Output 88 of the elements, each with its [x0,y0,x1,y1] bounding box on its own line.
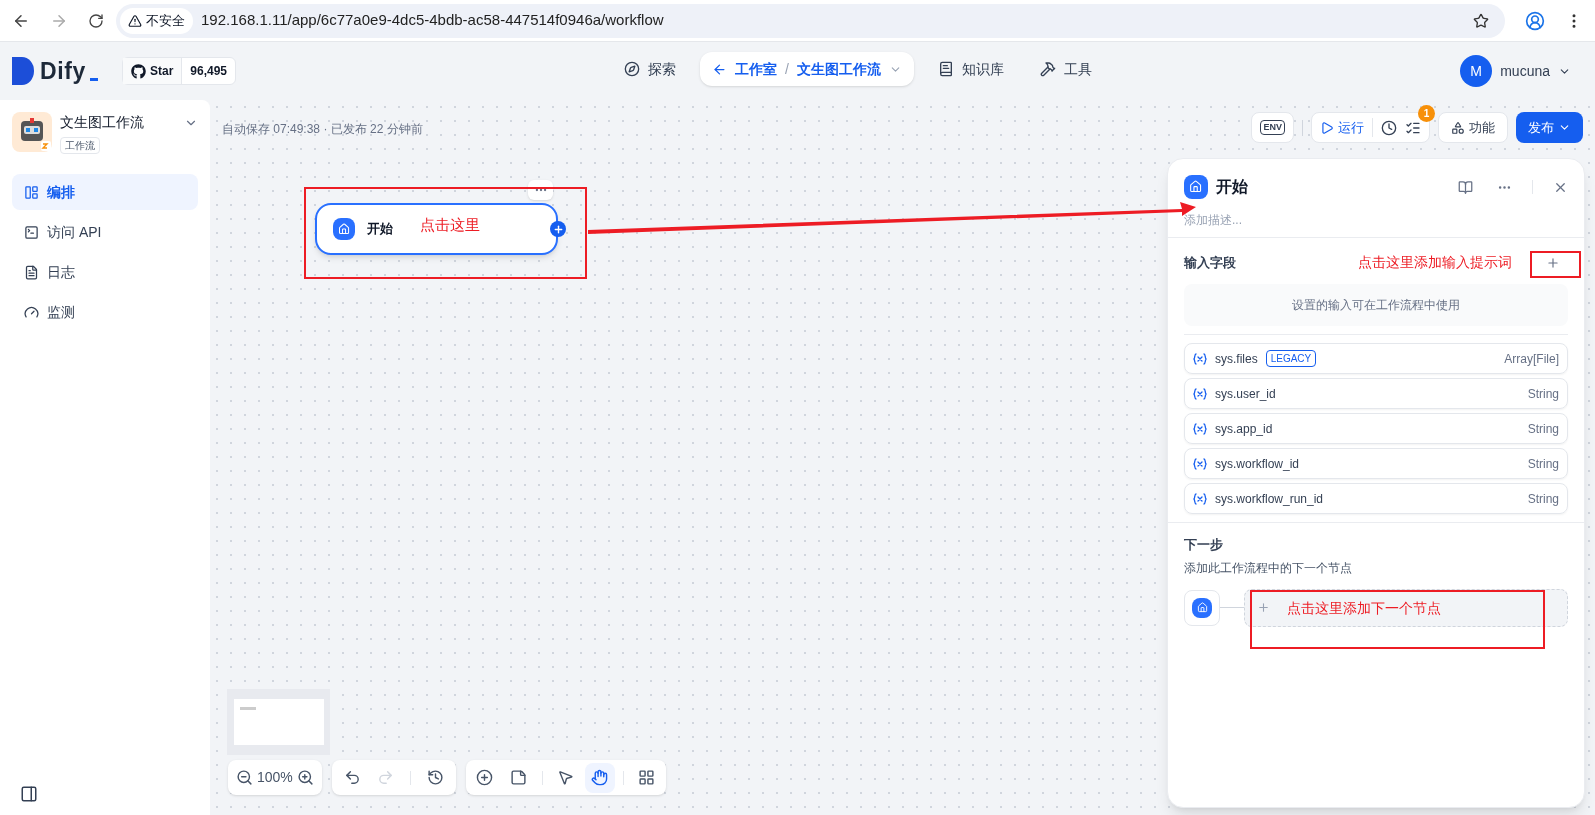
breadcrumb-separator: / [785,59,789,79]
sidebar-item[interactable]: 访问 API [12,214,198,250]
security-chip[interactable]: 不安全 [120,7,193,34]
url-text: 192.168.1.11/app/6c77a0e9-4dc5-4bdb-ac58-447514f0946a/workflow [201,10,664,31]
tools-icon [1039,61,1056,77]
add-icon [476,769,494,786]
api-icon [24,224,39,240]
add-input-icon[interactable] [1546,256,1560,270]
annotation-text: 点击这里添加下一个节点 [1287,599,1441,618]
layout-icon [638,769,656,786]
breadcrumb-link[interactable]: 工作室 [735,58,777,80]
variable-icon [1193,387,1207,400]
env-button[interactable]: ENV [1251,112,1294,143]
play-icon [1320,120,1334,135]
app-name: 文生图工作流 [60,113,145,132]
logs-icon [24,264,39,280]
breadcrumb-current[interactable]: 文生图工作流 [796,58,881,80]
hand-tool-button[interactable] [584,762,615,793]
logo-text: Dify [40,56,86,86]
zoom-in-icon[interactable] [296,769,314,786]
github-icon [131,63,146,79]
app-avatar [12,112,52,152]
note-icon [510,769,528,786]
select-next-node-field[interactable] [1244,588,1568,627]
variable-icon [1193,422,1207,435]
node-menu-button[interactable] [528,180,553,200]
plus-icon [1257,601,1270,614]
sidebar-item[interactable]: 编排 [12,174,198,210]
save-status: 自动保存 07:49:38 · 已发布 22 分钟前 [222,121,423,138]
variable-type: String [1527,420,1559,438]
breadcrumb[interactable]: 工作室 / 文生图工作流 [700,52,914,86]
nav-link[interactable]: 工具 [1027,52,1104,86]
hand-icon [591,769,609,786]
pointer-icon [557,769,575,786]
nav-link[interactable]: 探索 [612,52,688,86]
variable-icon [1193,352,1207,365]
variable-type: Array[File] [1504,350,1559,368]
sidebar-item[interactable]: 监测 [12,294,198,330]
variable-icon [1193,457,1207,470]
home-icon [1196,602,1208,613]
annotation-text: 点击这里 [420,215,480,235]
empty-inputs-hint: 设置的输入可在工作流程中使用 [1184,284,1568,326]
publish-button[interactable]: 发布 [1516,112,1583,143]
add-node-handle[interactable] [550,221,566,237]
zoom-control[interactable]: 100% [228,760,322,795]
address-bar[interactable]: 不安全 192.168.1.11/app/6c77a0e9-4dc5-4bdb-ac58-447514f0946a/workflow [116,3,1505,38]
logo-icon [12,57,36,85]
variable-name: sys.workflow_id [1215,455,1300,473]
variable-name: sys.files [1215,350,1258,368]
knowledge-icon [937,61,954,77]
variable-name: sys.workflow_run_id [1215,490,1324,508]
profile-icon[interactable] [1525,10,1545,31]
annotation-box [1530,251,1581,278]
bookmark-star-icon[interactable] [1473,12,1489,29]
reload-icon[interactable] [88,12,104,29]
variable-name: sys.user_id [1215,385,1276,403]
legacy-tag: LEGACY [1265,350,1317,367]
issue-count-badge: 1 [1418,105,1435,122]
github-star-button[interactable]: Star 96,495 [122,57,237,85]
variable-type: String [1527,385,1559,403]
variable-type: String [1527,455,1559,473]
features-button[interactable]: 功能 [1438,112,1508,143]
zoom-out-icon[interactable] [236,769,253,786]
section-title: 下一步 [1184,536,1224,554]
panel-title: 开始 [1216,177,1248,197]
variable-name: sys.app_id [1215,420,1273,438]
run-history-icon[interactable] [1381,119,1397,136]
plus-icon [552,223,564,235]
section-title: 输入字段 [1184,254,1236,273]
history-icon[interactable] [426,769,444,786]
variable-type: String [1527,490,1559,508]
home-icon [1189,180,1203,194]
collapse-sidebar-icon[interactable] [20,785,38,803]
user-menu[interactable]: M mucuna [1460,55,1583,87]
annotation-text: 点击这里添加输入提示词 [1358,253,1512,272]
monitor-icon [24,304,39,320]
variable-icon [1193,492,1207,505]
book-icon[interactable] [1458,179,1473,195]
nav-link[interactable]: 知识库 [925,52,1016,86]
warning-icon [128,13,142,28]
app-type-badge: 工作流 [60,137,100,154]
undo-icon[interactable] [343,769,361,786]
description-field[interactable]: 添加描述... [1184,211,1568,229]
sidebar-item[interactable]: 日志 [12,254,198,290]
shapes-icon [1451,120,1465,135]
orchestrate-icon [24,184,39,200]
explore-icon [624,61,640,77]
section-description: 添加此工作流程中的下一个节点 [1184,559,1353,577]
